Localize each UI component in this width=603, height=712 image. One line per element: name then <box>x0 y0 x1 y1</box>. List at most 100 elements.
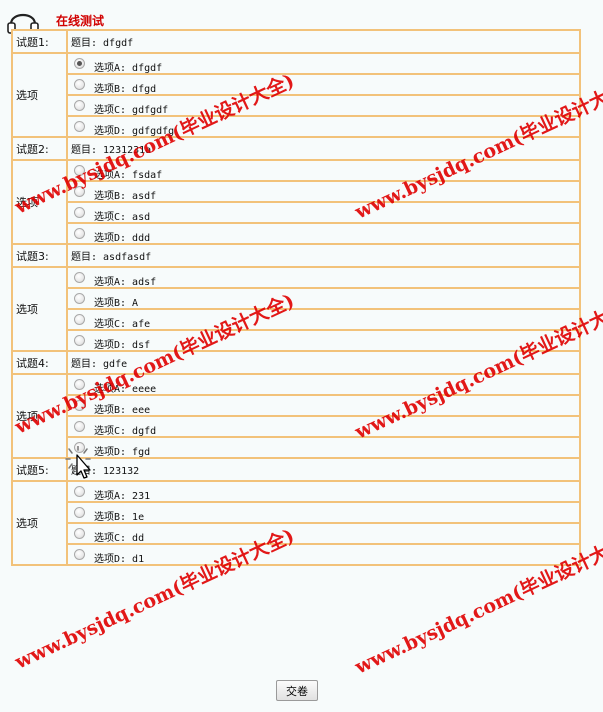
option-radio[interactable] <box>74 186 85 197</box>
option-item[interactable]: 选项A: dfgdf <box>71 54 579 74</box>
option-item[interactable]: 选项D: dsf <box>71 331 579 351</box>
option-item[interactable]: 选项C: dgfd <box>71 417 579 437</box>
option-row: 选项 选项A: fsdaf <box>11 159 581 245</box>
option-row: 选项 选项A: adsf <box>11 266 581 352</box>
question-text: 题目: 123132 <box>66 457 581 482</box>
option-item[interactable]: 选项B: 1e <box>71 503 579 523</box>
option-radio[interactable] <box>74 507 85 518</box>
question-number: 试题5: <box>11 457 68 482</box>
option-item[interactable]: 选项D: gdfgdfg <box>71 117 579 137</box>
option-radio[interactable] <box>74 335 85 346</box>
option-label: 选项D: dsf <box>94 340 151 351</box>
option-label: 选项A: eeee <box>94 384 157 395</box>
option-cell: 选项D: d1 <box>66 543 581 566</box>
option-item[interactable]: 选项C: dd <box>71 524 579 544</box>
question-text: 题目: 1231231a <box>66 136 581 161</box>
option-item[interactable]: 选项A: 231 <box>71 482 579 502</box>
option-row: 选项B: 1e <box>12 501 581 524</box>
options-label: 选项 <box>11 266 68 352</box>
option-item[interactable]: 选项C: asd <box>71 203 579 223</box>
option-label: 选项C: gdfgdf <box>94 105 169 116</box>
option-item[interactable]: 选项B: eee <box>71 396 579 416</box>
option-item[interactable]: 选项A: fsdaf <box>71 161 579 181</box>
option-label: 选项C: dgfd <box>94 426 157 437</box>
option-cell: 选项C: asd <box>66 201 581 224</box>
option-radio[interactable] <box>74 528 85 539</box>
options-label: 选项 <box>11 52 68 138</box>
question-number: 试题3: <box>11 243 68 268</box>
option-cell: 选项D: fgd <box>66 436 581 459</box>
option-item[interactable]: 选项C: afe <box>71 310 579 330</box>
option-radio[interactable] <box>74 207 85 218</box>
option-cell: 选项B: dfgd <box>66 73 581 96</box>
option-item[interactable]: 选项D: fgd <box>71 438 579 458</box>
option-row: 选项B: asdf <box>12 180 581 203</box>
option-radio[interactable] <box>74 165 85 176</box>
option-item[interactable]: 选项D: d1 <box>71 545 579 565</box>
option-radio[interactable] <box>74 442 85 453</box>
option-item[interactable]: 选项A: eeee <box>71 375 579 395</box>
option-row: 选项D: d1 <box>12 543 581 566</box>
option-label: 选项D: d1 <box>94 554 145 565</box>
option-radio[interactable] <box>74 549 85 560</box>
question-row: 试题5: 题目: 123132 <box>11 457 581 482</box>
question-text-label: 题目: asdfasdf <box>71 252 152 263</box>
option-radio[interactable] <box>74 379 85 390</box>
option-radio[interactable] <box>74 293 85 304</box>
option-row: 选项D: gdfgdfg <box>12 115 581 138</box>
option-item[interactable]: 选项B: asdf <box>71 182 579 202</box>
question-text-label: 题目: dfgdf <box>71 38 134 49</box>
option-label: 选项C: afe <box>94 319 151 330</box>
question-number: 试题1: <box>11 29 68 54</box>
option-radio[interactable] <box>74 272 85 283</box>
option-cell: 选项C: afe <box>66 308 581 331</box>
submit-button[interactable]: 交卷 <box>276 680 318 701</box>
option-row: 选项 选项A: eeee <box>11 373 581 459</box>
option-label: 选项D: gdfgdfg <box>94 126 175 137</box>
option-cell: 选项A: 231 <box>66 480 581 503</box>
question-row: 试题1: 题目: dfgdf <box>11 29 581 54</box>
option-row: 选项C: afe <box>12 308 581 331</box>
option-label: 选项D: fgd <box>94 447 151 458</box>
option-label: 选项A: adsf <box>94 277 157 288</box>
option-label: 选项B: 1e <box>94 512 145 523</box>
option-item[interactable]: 选项C: gdfgdf <box>71 96 579 116</box>
option-radio[interactable] <box>74 121 85 132</box>
option-item[interactable]: 选项B: dfgd <box>71 75 579 95</box>
option-radio[interactable] <box>74 58 85 69</box>
question-text: 题目: dfgdf <box>66 29 581 54</box>
option-radio[interactable] <box>74 314 85 325</box>
option-row: 选项 选项A: 231 <box>11 480 581 566</box>
option-radio[interactable] <box>74 228 85 239</box>
question-row: 试题2: 题目: 1231231a <box>11 136 581 161</box>
option-item[interactable]: 选项A: adsf <box>71 268 579 288</box>
option-row: 选项B: dfgd <box>12 73 581 96</box>
option-cell: 选项D: ddd <box>66 222 581 245</box>
option-cell: 选项C: gdfgdf <box>66 94 581 117</box>
option-radio[interactable] <box>74 79 85 90</box>
option-row: 选项D: ddd <box>12 222 581 245</box>
question-number: 试题2: <box>11 136 68 161</box>
option-radio[interactable] <box>74 486 85 497</box>
question-text: 题目: asdfasdf <box>66 243 581 268</box>
option-label: 选项B: A <box>94 298 139 309</box>
option-cell: 选项D: dsf <box>66 329 581 352</box>
option-row: 选项B: eee <box>12 394 581 417</box>
option-radio[interactable] <box>74 421 85 432</box>
option-label: 选项D: ddd <box>94 233 151 244</box>
option-radio[interactable] <box>74 400 85 411</box>
option-label: 选项B: eee <box>94 405 151 416</box>
option-label: 选项C: dd <box>94 533 145 544</box>
option-radio[interactable] <box>74 100 85 111</box>
question-row: 试题3: 题目: asdfasdf <box>11 243 581 268</box>
option-cell: 选项B: 1e <box>66 501 581 524</box>
option-item[interactable]: 选项B: A <box>71 289 579 309</box>
question-row: 试题4: 题目: gdfe <box>11 350 581 375</box>
question-number: 试题4: <box>11 350 68 375</box>
option-item[interactable]: 选项D: ddd <box>71 224 579 244</box>
option-cell: 选项B: eee <box>66 394 581 417</box>
question-text-label: 题目: 1231231a <box>71 145 152 156</box>
option-label: 选项A: 231 <box>94 491 151 502</box>
option-cell: 选项B: A <box>66 287 581 310</box>
page-title: 在线测试 <box>56 14 105 28</box>
